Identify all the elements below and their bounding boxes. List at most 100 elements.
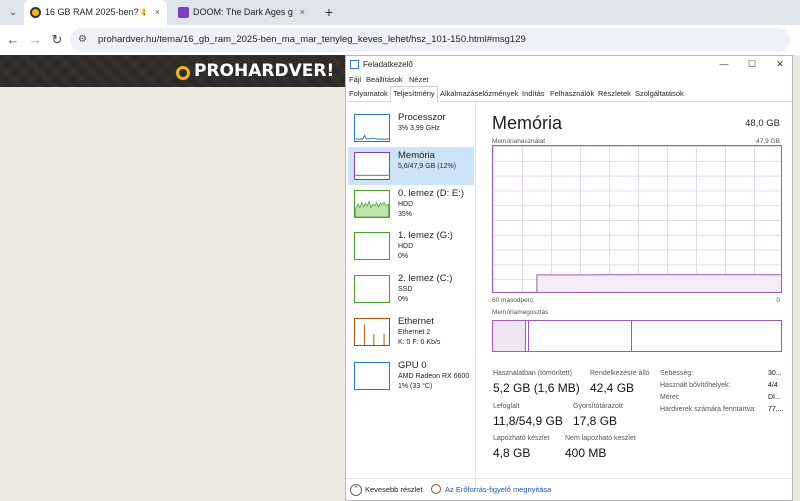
right-stat-value-slots: 4/4 (768, 382, 778, 389)
close-tab-icon[interactable]: × (300, 0, 305, 25)
stat-label-nonpaged-pool: Nem lapozható készlet (565, 435, 636, 442)
disk1-sparkline (354, 232, 390, 260)
ethernet-sparkline (354, 318, 390, 346)
sidebar-item-usage: 35% (398, 211, 413, 218)
minimize-icon[interactable]: — (710, 56, 738, 73)
browser-tab-active[interactable]: 16 GB RAM 2025-ben? 😀 – M × (24, 0, 167, 25)
tab-processes[interactable]: Folyamatok (347, 87, 390, 101)
stat-label-in-use: Használatban (tömörített) (493, 370, 572, 377)
right-stat-label-slots: Használt bővítőhelyek: (660, 382, 731, 389)
composition-label: Memóriamegoszlás (492, 309, 549, 316)
memory-usage-graph (492, 145, 782, 293)
sidebar-item-detail: 3% 3,99 GHz (398, 125, 440, 132)
menu-file[interactable]: Fájl (349, 73, 361, 86)
sidebar-item-usage: 0% (398, 253, 409, 260)
sidebar-item-ethernet[interactable]: Ethernet Ethernet 2 K: 0 F: 0 Kb/s (348, 313, 474, 351)
window-title: Feladatkezelő (363, 60, 413, 69)
stat-label-available: Rendelkezésre álló (590, 370, 650, 377)
browser-tab[interactable]: DOOM: The Dark Ages gépigény × (172, 0, 312, 25)
tab-details[interactable]: Részletek (596, 87, 633, 101)
chevron-up-icon[interactable]: ⌃ (350, 484, 362, 496)
cpu-sparkline (354, 114, 390, 142)
disk0-sparkline (354, 190, 390, 218)
memory-composition-bar (492, 320, 782, 352)
menu-settings[interactable]: Beállítások (366, 73, 403, 86)
site-logo[interactable]: PROHARDVER! (176, 60, 334, 82)
sidebar-item-detail: Ethernet 2 (398, 329, 431, 336)
right-stat-label-form-factor: Méret: (660, 394, 680, 401)
tab-startup[interactable]: Indítás (520, 87, 547, 101)
task-manager-icon (350, 60, 359, 69)
sidebar-item-detail: AMD Radeon RX 6600 (398, 373, 470, 380)
stat-label-paged-pool: Lapozható készlet (493, 435, 550, 442)
sidebar-item-detail: SSD (398, 286, 413, 293)
tab-search-icon[interactable]: ⌄ (6, 6, 20, 20)
memory-usage-plot (536, 274, 781, 292)
site-info-icon[interactable]: ⚙ (78, 34, 90, 46)
new-tab-button[interactable]: + (321, 4, 337, 20)
favicon-icon (30, 7, 41, 18)
sidebar-item-label: Memória (398, 150, 435, 161)
sidebar-item-disk0[interactable]: 0. lemez (D: E:) HDD 35% (348, 185, 474, 223)
composition-standby (631, 321, 632, 351)
disk2-sparkline (354, 275, 390, 303)
right-stat-value-reserved: 77,... (768, 406, 784, 413)
resource-sidebar: Processzor 3% 3,99 GHz Memória 5,6/47,9 … (346, 102, 476, 492)
stat-label-committed: Lefoglalt (493, 403, 520, 410)
forward-arrow-icon[interactable]: → (26, 31, 44, 49)
sidebar-item-label: 0. lemez (D: E:) (398, 188, 464, 199)
tab-users[interactable]: Felhasználók (548, 87, 596, 101)
memory-detail-pane: Memória 48,0 GB Memóriahasználat 47,9 GB… (476, 102, 792, 492)
window-titlebar: Feladatkezelő — ☐ ✕ (346, 56, 792, 73)
resource-monitor-link[interactable]: Az Erőforrás-figyelő megnyitása (445, 479, 551, 501)
gpu-sparkline (354, 362, 390, 390)
address-bar[interactable]: ⚙ prohardver.hu/tema/16_gb_ram_2025-ben_… (70, 28, 790, 52)
tab-app-history[interactable]: Alkalmazáselőzmények (438, 87, 520, 101)
close-tab-icon[interactable]: × (155, 0, 160, 25)
stat-label-cached: Gyorsítótárazott (573, 403, 623, 410)
right-stat-label-reserved: Hardverek számára fenntartva: (660, 406, 757, 413)
composition-in-use (493, 321, 526, 351)
back-arrow-icon[interactable]: ← (4, 31, 22, 49)
sidebar-item-label: Ethernet (398, 316, 434, 327)
sidebar-item-detail: HDD (398, 201, 414, 208)
sidebar-item-memory[interactable]: Memória 5,6/47,9 GB (12%) (348, 147, 474, 185)
tab-title: DOOM: The Dark Ages gépigény (193, 7, 293, 17)
tab-services[interactable]: Szolgáltatások (633, 87, 686, 101)
sidebar-item-disk2[interactable]: 2. lemez (C:) SSD 0% (348, 270, 474, 308)
sidebar-item-label: 2. lemez (C:) (398, 273, 453, 284)
browser-toolbar: ← → ↻ ⚙ prohardver.hu/tema/16_gb_ram_202… (0, 25, 800, 56)
stat-value-cached: 17,8 GB (573, 414, 618, 428)
memory-sparkline (354, 152, 390, 180)
fewer-details-link[interactable]: Kevesebb részlet (365, 479, 423, 501)
page-background (793, 55, 800, 501)
tab-strip: ⌄ 16 GB RAM 2025-ben? 😀 – M × DOOM: The … (0, 0, 800, 25)
close-icon[interactable]: ✕ (766, 56, 794, 73)
stat-value-paged-pool: 4,8 GB (493, 446, 531, 460)
sidebar-item-detail: 5,6/47,9 GB (12%) (398, 163, 456, 170)
menu-bar: Fájl Beállítások Nézet (346, 73, 792, 86)
memory-total: 48,0 GB (745, 118, 780, 129)
sidebar-item-label: 1. lemez (G:) (398, 230, 453, 241)
menu-view[interactable]: Nézet (409, 73, 429, 86)
tab-title: 16 GB RAM 2025-ben? 😀 – M (45, 7, 145, 17)
composition-modified (526, 321, 529, 351)
tab-performance[interactable]: Teljesítmény (390, 86, 438, 102)
graph-time-left: 60 másodperc (492, 297, 534, 304)
maximize-icon[interactable]: ☐ (738, 56, 766, 73)
sidebar-item-disk1[interactable]: 1. lemez (G:) HDD 0% (348, 227, 474, 265)
right-stat-label-speed: Sebesség: (660, 370, 694, 377)
resource-monitor-icon (431, 484, 441, 494)
window-footer: ⌃ Kevesebb részlet Az Erőforrás-figyelő … (346, 478, 792, 501)
task-manager-window: Feladatkezelő — ☐ ✕ Fájl Beállítások Néz… (345, 55, 793, 501)
sidebar-item-label: Processzor (398, 112, 446, 123)
sidebar-item-gpu[interactable]: GPU 0 AMD Radeon RX 6600 1% (33 °C) (348, 357, 474, 395)
sidebar-item-usage: 0% (398, 296, 409, 303)
url-text: prohardver.hu/tema/16_gb_ram_2025-ben_ma… (98, 34, 526, 45)
stat-value-committed: 11,8/54,9 GB (493, 414, 563, 428)
sidebar-item-usage: 1% (33 °C) (398, 383, 433, 390)
sidebar-item-cpu[interactable]: Processzor 3% 3,99 GHz (348, 109, 474, 147)
sidebar-item-detail: HDD (398, 243, 414, 250)
sidebar-item-label: GPU 0 (398, 360, 427, 371)
reload-icon[interactable]: ↻ (48, 31, 66, 49)
